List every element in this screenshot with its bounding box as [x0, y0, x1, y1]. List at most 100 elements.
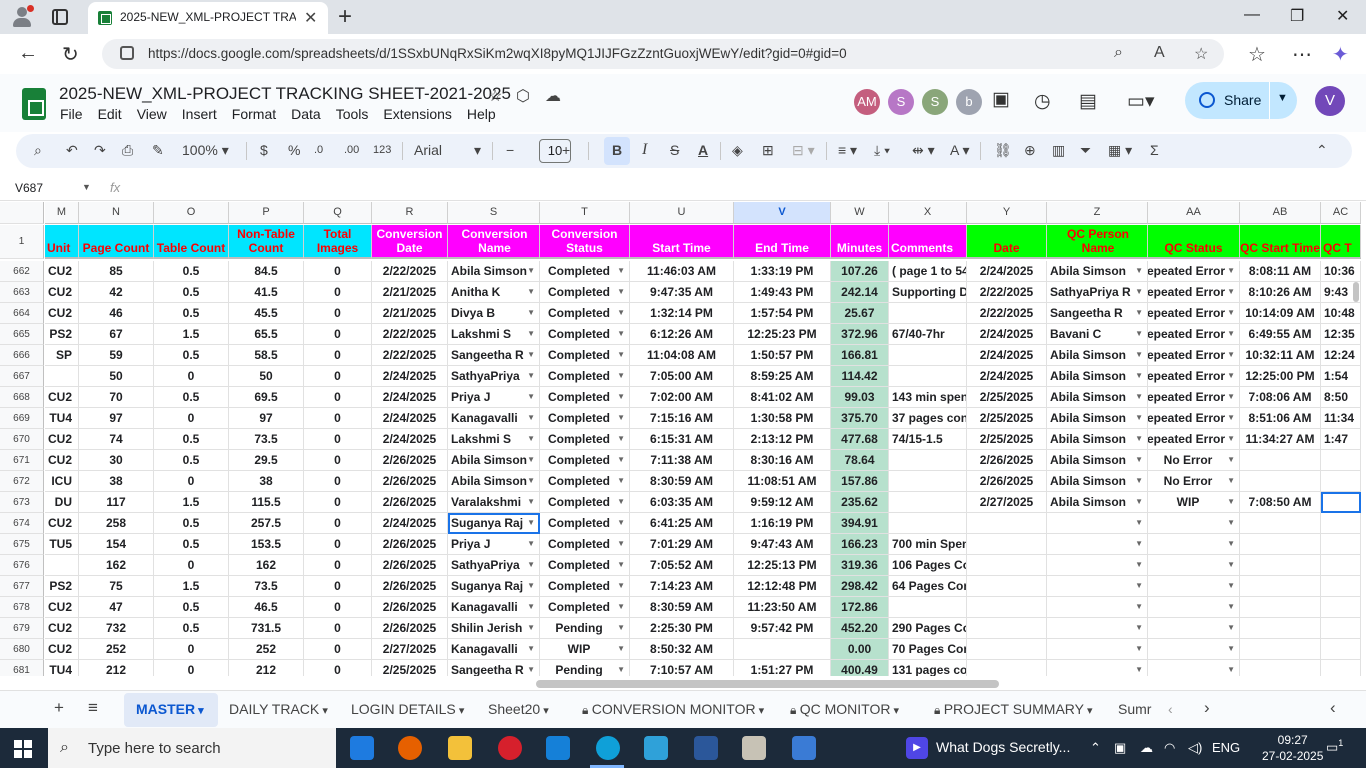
cell-p[interactable]: 50: [229, 366, 304, 387]
cell-n[interactable]: 85: [79, 261, 154, 282]
copilot-icon[interactable]: ✦: [1332, 42, 1349, 67]
cell-m[interactable]: [45, 555, 79, 576]
cell-q[interactable]: 0: [304, 429, 372, 450]
cell-z[interactable]: Abila Simson ▼: [1047, 261, 1148, 282]
cell-m[interactable]: TU5: [45, 534, 79, 555]
cell-v[interactable]: 1:49:43 PM: [734, 282, 831, 303]
cell-r[interactable]: 2/24/2025: [372, 513, 448, 534]
dropdown-chevron-icon[interactable]: ▼: [527, 492, 535, 512]
cell-p[interactable]: 97: [229, 408, 304, 429]
reload-icon[interactable]: ↻: [62, 42, 79, 67]
cell-y[interactable]: [967, 597, 1047, 618]
dropdown-chevron-icon[interactable]: ▼: [617, 576, 625, 596]
cell-v[interactable]: 8:41:02 AM: [734, 387, 831, 408]
cell-m[interactable]: PS2: [45, 324, 79, 345]
italic-button[interactable]: I: [642, 141, 647, 159]
dropdown-chevron-icon[interactable]: ▼: [1135, 639, 1143, 659]
cell-o[interactable]: 0: [154, 471, 229, 492]
cell-ac[interactable]: [1321, 660, 1361, 676]
show-hidden-icons-icon[interactable]: ⌃: [1090, 740, 1101, 756]
all-sheets-icon[interactable]: ≡: [88, 698, 98, 718]
cell-u[interactable]: 7:15:16 AM: [630, 408, 734, 429]
zoom-select[interactable]: 100% ▾: [182, 142, 229, 159]
cell-v[interactable]: 12:25:13 PM: [734, 555, 831, 576]
cell-y[interactable]: [967, 618, 1047, 639]
cell-p[interactable]: 69.5: [229, 387, 304, 408]
dropdown-chevron-icon[interactable]: ▼: [617, 639, 625, 659]
cell-x[interactable]: ( page 1 to 54: [889, 261, 967, 282]
cell-ab[interactable]: 8:08:11 AM: [1240, 261, 1321, 282]
row-header[interactable]: 666: [0, 345, 44, 366]
edge-app-icon[interactable]: [596, 736, 620, 760]
cell-y[interactable]: 2/26/2025: [967, 450, 1047, 471]
cell-m[interactable]: CU2: [45, 387, 79, 408]
decrease-font-size-icon[interactable]: −: [506, 142, 514, 158]
dropdown-chevron-icon[interactable]: ▼: [617, 345, 625, 365]
cell-t[interactable]: Pending ▼: [540, 618, 630, 639]
cell-p[interactable]: 115.5: [229, 492, 304, 513]
dropdown-chevron-icon[interactable]: ▼: [1227, 597, 1235, 617]
cell-o[interactable]: 1.5: [154, 492, 229, 513]
cell-m[interactable]: CU2: [45, 429, 79, 450]
cell-n[interactable]: 97: [79, 408, 154, 429]
favorites-icon[interactable]: ☆: [1248, 42, 1266, 67]
cell-x[interactable]: 67/40-7hr: [889, 324, 967, 345]
star-icon[interactable]: ☆: [488, 86, 502, 106]
cell-s[interactable]: Sangeetha R ▼: [448, 345, 540, 366]
cell-r[interactable]: 2/24/2025: [372, 408, 448, 429]
cell-z[interactable]: Abila Simson ▼: [1047, 387, 1148, 408]
cell-y[interactable]: 2/22/2025: [967, 282, 1047, 303]
dropdown-chevron-icon[interactable]: ▼: [1227, 282, 1235, 302]
print-icon[interactable]: ⎙: [122, 142, 133, 159]
cell-aa[interactable]: Repeated Error▼: [1148, 303, 1240, 324]
cell-r[interactable]: 2/26/2025: [372, 597, 448, 618]
cell-o[interactable]: 0: [154, 408, 229, 429]
dropdown-chevron-icon[interactable]: ▼: [617, 282, 625, 302]
cell-m[interactable]: TU4: [45, 408, 79, 429]
sheet-tab-menu-icon[interactable]: ▾: [319, 705, 328, 717]
cell-ab[interactable]: [1240, 450, 1321, 471]
horizontal-scrollbar[interactable]: [536, 680, 999, 688]
cell-ac[interactable]: [1321, 492, 1361, 513]
dropdown-chevron-icon[interactable]: ▼: [617, 660, 625, 676]
cell-q[interactable]: 0: [304, 513, 372, 534]
dropdown-chevron-icon[interactable]: ▼: [1135, 618, 1143, 638]
cell-q[interactable]: 0: [304, 471, 372, 492]
sheet-tab-menu-icon[interactable]: ▾: [756, 705, 765, 717]
dropdown-chevron-icon[interactable]: ▼: [1227, 618, 1235, 638]
cell-n[interactable]: 74: [79, 429, 154, 450]
cell-z[interactable]: Abila Simson ▼: [1047, 345, 1148, 366]
text-rotation-icon[interactable]: A ▾: [950, 142, 969, 159]
decrease-decimal-button[interactable]: .0: [314, 144, 323, 156]
dropdown-chevron-icon[interactable]: ▼: [1227, 324, 1235, 344]
cell-p[interactable]: 41.5: [229, 282, 304, 303]
text-color-button[interactable]: A: [698, 142, 708, 158]
cell-n[interactable]: 70: [79, 387, 154, 408]
cell-s[interactable]: Kanagavalli ▼: [448, 408, 540, 429]
cell-o[interactable]: 0.5: [154, 450, 229, 471]
cell-m[interactable]: [45, 366, 79, 387]
dropdown-chevron-icon[interactable]: ▼: [527, 303, 535, 323]
cell-s[interactable]: Sangeetha R ▼: [448, 660, 540, 676]
cell-aa[interactable]: Repeated Error▼: [1148, 366, 1240, 387]
cell-r[interactable]: 2/22/2025: [372, 345, 448, 366]
cell-z[interactable]: ▼: [1047, 576, 1148, 597]
cell-n[interactable]: 47: [79, 597, 154, 618]
column-header-o[interactable]: O: [154, 202, 229, 224]
cell-t[interactable]: Completed ▼: [540, 576, 630, 597]
header-cell[interactable]: Page Count: [79, 225, 154, 259]
row-header[interactable]: 663: [0, 282, 44, 303]
cell-ab[interactable]: 6:49:55 AM: [1240, 324, 1321, 345]
collaborator-avatar[interactable]: AM: [854, 89, 880, 115]
cell-x[interactable]: 70 Pages Con: [889, 639, 967, 660]
menu-insert[interactable]: Insert: [182, 106, 217, 122]
cell-t[interactable]: Completed ▼: [540, 513, 630, 534]
row-header[interactable]: 664: [0, 303, 44, 324]
cell-v[interactable]: 12:25:23 PM: [734, 324, 831, 345]
cell-y[interactable]: [967, 576, 1047, 597]
cell-p[interactable]: 58.5: [229, 345, 304, 366]
cell-ac[interactable]: [1321, 534, 1361, 555]
cell-z[interactable]: Abila Simson ▼: [1047, 471, 1148, 492]
cell-m[interactable]: TU4: [45, 660, 79, 676]
dropdown-chevron-icon[interactable]: ▼: [527, 576, 535, 596]
